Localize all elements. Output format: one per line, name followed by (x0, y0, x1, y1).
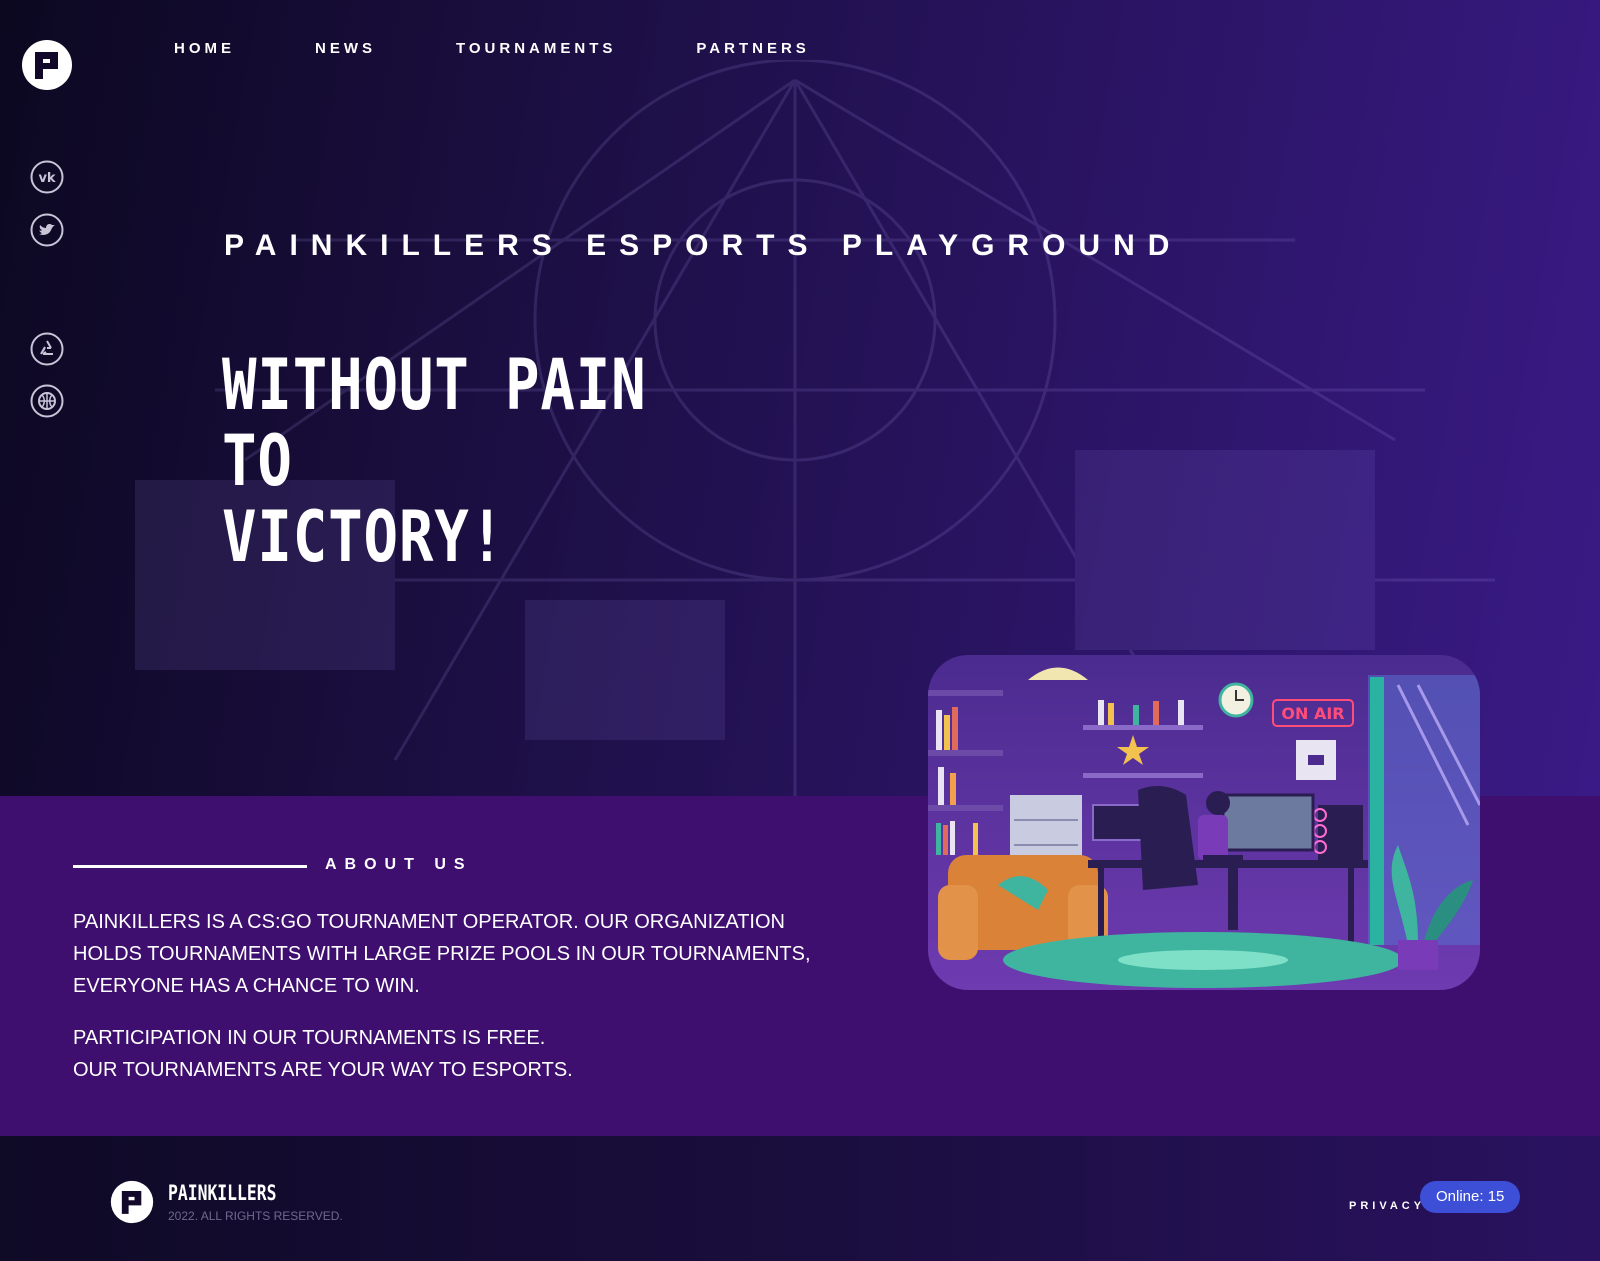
twitter-icon[interactable] (30, 213, 64, 247)
footer-logo[interactable] (110, 1180, 154, 1224)
hero-headline: WITHOUT PAIN TO VICTORY! (222, 347, 730, 575)
footer: PAINKILLERS 2022. ALL RIGHTS RESERVED. P… (0, 1136, 1600, 1261)
vk-icon[interactable]: vk (30, 160, 64, 194)
footer-copyright: 2022. ALL RIGHTS RESERVED. (168, 1209, 343, 1223)
main-nav: HOME NEWS TOURNAMENTS PARTNERS (174, 40, 890, 57)
hero-headline-line1: WITHOUT PAIN TO (222, 343, 647, 502)
nav-home[interactable]: HOME (174, 40, 235, 57)
about-paragraph-2-line2: OUR TOURNAMENTS ARE YOUR WAY TO ESPORTS. (73, 1059, 573, 1081)
painkillers-logo[interactable] (21, 39, 73, 91)
basketball-icon[interactable] (30, 384, 64, 418)
hero-tagline: PAINKILLERS ESPORTS PLAYGROUND (224, 229, 1183, 262)
on-air-sign: ON AIR (1281, 704, 1344, 723)
nav-tournaments[interactable]: TOURNAMENTS (456, 40, 616, 57)
online-counter-badge: Online: 15 (1420, 1181, 1521, 1213)
footer-brand-name: PAINKILLERS (168, 1181, 277, 1205)
about-paragraph-1: PAINKILLERS IS A CS:GO TOURNAMENT OPERAT… (73, 911, 811, 997)
about-title: ABOUT US (325, 856, 473, 873)
gamer-room-illustration: ON AIR (928, 655, 1480, 990)
nav-news[interactable]: NEWS (315, 40, 376, 57)
hero-headline-line2: VICTORY! (222, 495, 506, 578)
svg-text:vk: vk (38, 171, 55, 186)
about-paragraph-2: PARTICIPATION IN OUR TOURNAMENTS IS FREE… (73, 1022, 833, 1086)
recycle-icon[interactable] (30, 332, 64, 366)
about-paragraph-2-line1: PARTICIPATION IN OUR TOURNAMENTS IS FREE… (73, 1027, 546, 1049)
nav-partners[interactable]: PARTNERS (696, 40, 809, 57)
about-divider (73, 865, 307, 868)
privacy-link[interactable]: PRIVACY (1349, 1200, 1425, 1212)
